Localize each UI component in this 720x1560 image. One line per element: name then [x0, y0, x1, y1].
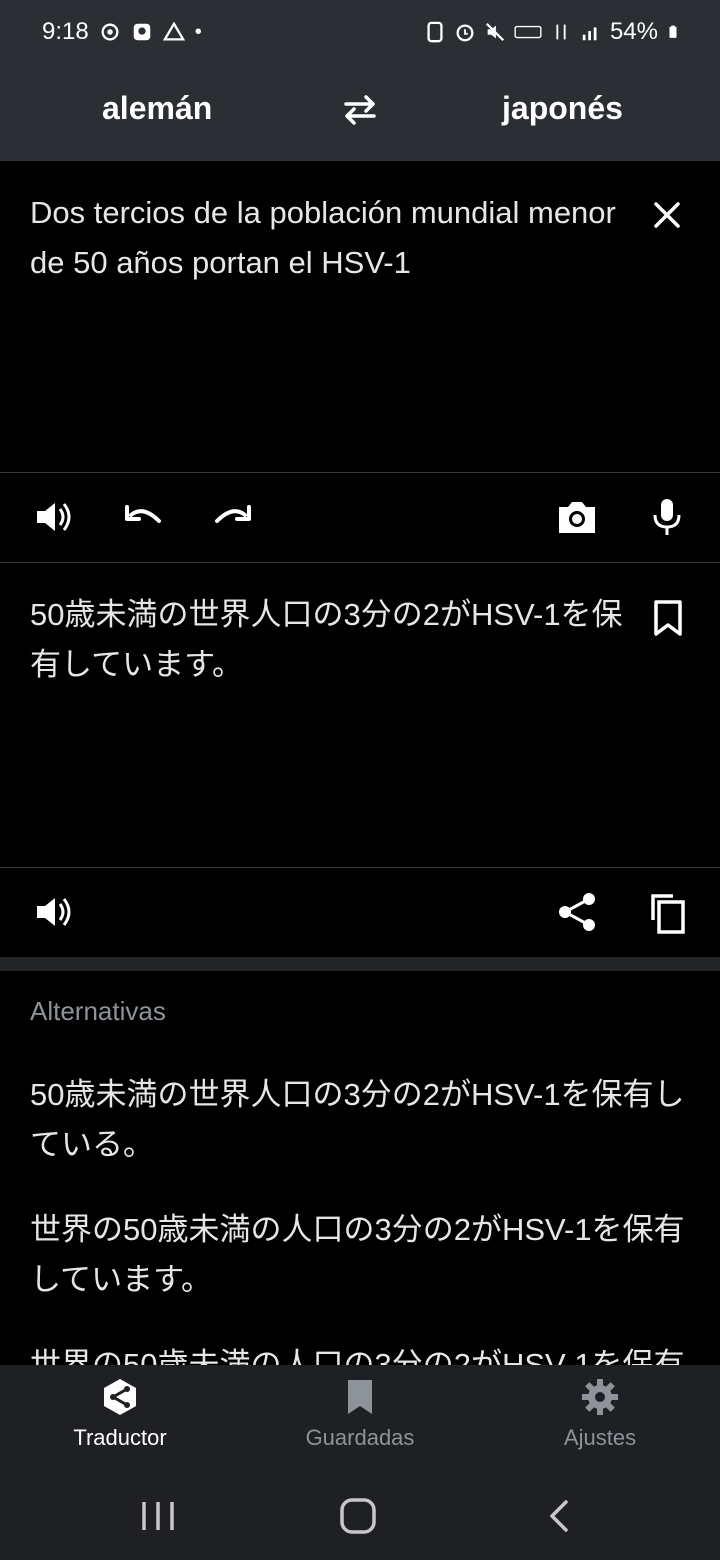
source-text-input[interactable]: Dos tercios de la población mundial meno…	[30, 188, 630, 288]
home-icon[interactable]	[338, 1498, 378, 1534]
bookmark-icon	[348, 1380, 372, 1414]
translator-icon	[104, 1379, 136, 1415]
gear-icon	[582, 1379, 618, 1415]
alternatives-heading: Alternativas	[30, 996, 166, 1026]
alternative-item[interactable]: 世界の50歳未満の人口の3分の2がHSV-1を保有しています。	[30, 1205, 690, 1305]
target-language-button[interactable]: japonés	[502, 90, 623, 127]
nav-label: Guardadas	[305, 1425, 415, 1450]
language-bar: alemán japonés	[0, 64, 720, 161]
battery-icon	[669, 25, 677, 38]
speaker-icon[interactable]	[32, 495, 76, 539]
copy-icon[interactable]	[645, 890, 689, 934]
drive-icon	[162, 21, 185, 41]
notification-icon	[101, 23, 119, 41]
speaker-icon[interactable]	[32, 890, 76, 934]
alarm-icon	[456, 24, 474, 42]
redo-icon[interactable]	[211, 495, 255, 539]
alternative-item[interactable]: 50歳未満の世界人口の3分の2がHSV-1を保有している。	[30, 1070, 690, 1170]
recent-apps-icon[interactable]	[138, 1498, 178, 1534]
mute-icon	[485, 22, 505, 42]
battery-percent: 54%	[609, 18, 658, 45]
back-icon[interactable]	[542, 1498, 578, 1534]
swap-languages-icon[interactable]	[340, 92, 380, 128]
4g-icon	[556, 24, 566, 40]
source-language-button[interactable]: alemán	[102, 90, 212, 127]
status-bar: 9:18 • 54%	[0, 0, 720, 64]
divider	[0, 472, 720, 473]
nav-label: Ajustes	[563, 1425, 637, 1450]
bottom-navigation: Traductor Guardadas Ajustes	[0, 1365, 720, 1470]
recycle-icon	[427, 21, 443, 43]
divider	[0, 562, 720, 563]
app-notification-icon	[133, 23, 150, 41]
divider	[0, 867, 720, 868]
clear-icon[interactable]	[648, 196, 686, 234]
undo-icon[interactable]	[121, 495, 165, 539]
nav-item-settings[interactable]: Ajustes	[480, 1365, 720, 1470]
translation-output: 50歳未満の世界人口の3分の2がHSV-1を保有しています。	[30, 597, 623, 682]
bookmark-icon[interactable]	[648, 598, 688, 638]
nav-item-saved[interactable]: Guardadas	[240, 1365, 480, 1470]
nav-item-translator[interactable]: Traductor	[0, 1365, 240, 1470]
nav-label: Traductor	[73, 1425, 167, 1450]
signal-icon	[582, 27, 597, 41]
volte-icon	[514, 25, 542, 39]
dot-icon: •	[194, 20, 202, 43]
section-separator	[0, 957, 720, 971]
share-icon[interactable]	[555, 890, 599, 934]
clock: 9:18	[42, 18, 89, 45]
microphone-icon[interactable]	[645, 495, 689, 539]
system-navigation-bar	[0, 1470, 720, 1560]
camera-icon[interactable]	[555, 495, 599, 539]
